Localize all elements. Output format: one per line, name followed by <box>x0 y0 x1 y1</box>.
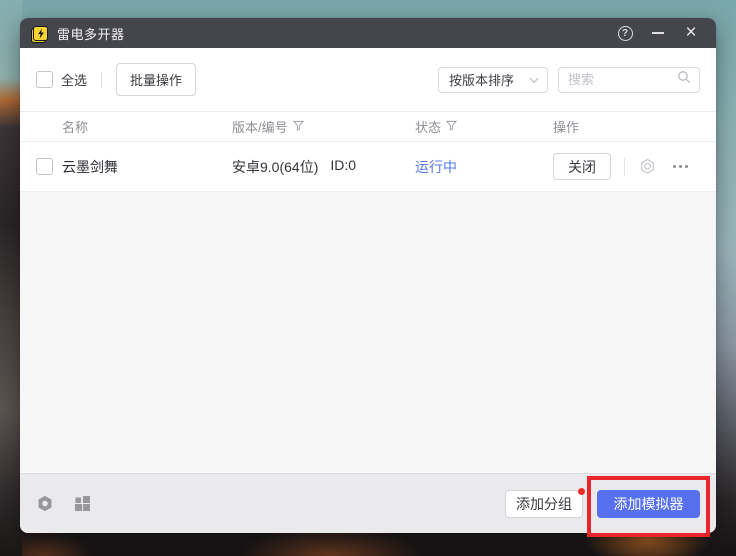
select-all-checkbox[interactable] <box>36 71 53 88</box>
search-box <box>558 67 700 93</box>
header-actions: 操作 <box>553 117 700 136</box>
select-all-label: 全选 <box>61 70 87 89</box>
empty-list-area <box>20 192 716 473</box>
row-actions: 关闭 <box>553 153 700 180</box>
table-header: 名称 版本/编号 状态 操作 <box>20 111 716 142</box>
emulator-version: 安卓9.0(64位) <box>232 157 318 177</box>
header-name: 名称 <box>62 117 232 136</box>
titlebar-controls: ? × <box>612 20 704 46</box>
toolbar-divider <box>101 72 102 88</box>
search-icon <box>677 70 691 89</box>
app-window: 雷电多开器 ? × 全选 批量操作 按版本排序 <box>20 18 716 533</box>
filter-icon[interactable] <box>293 119 304 134</box>
desktop-wallpaper-mountain <box>0 0 22 556</box>
titlebar: 雷电多开器 ? × <box>20 18 716 48</box>
toolbar-right: 按版本排序 <box>438 67 700 93</box>
header-status: 状态 <box>415 117 553 136</box>
more-options-icon[interactable] <box>671 161 690 172</box>
add-emulator-button[interactable]: 添加模拟器 <box>597 490 700 518</box>
add-group-label: 添加分组 <box>516 496 572 512</box>
footer-icons <box>36 494 91 513</box>
app-logo-icon <box>33 26 48 41</box>
filter-icon[interactable] <box>446 119 457 134</box>
window-title: 雷电多开器 <box>57 24 125 43</box>
header-version-label: 版本/编号 <box>232 117 288 136</box>
global-settings-icon[interactable] <box>36 494 54 513</box>
search-input[interactable] <box>568 72 677 87</box>
help-button[interactable]: ? <box>612 20 638 46</box>
minimize-button[interactable] <box>645 20 671 46</box>
footer-buttons: 添加分组 添加模拟器 <box>505 490 700 518</box>
emulator-row[interactable]: 云墨剑舞 安卓9.0(64位) ID:0 运行中 关闭 <box>20 142 716 192</box>
header-status-label: 状态 <box>415 117 441 136</box>
chevron-down-icon <box>529 72 539 87</box>
close-emulator-button[interactable]: 关闭 <box>553 153 611 180</box>
sort-dropdown-value: 按版本排序 <box>449 70 514 89</box>
emulator-id: ID:0 <box>330 157 356 177</box>
status-badge: 运行中 <box>415 157 553 177</box>
row-checkbox[interactable] <box>36 158 53 175</box>
footer-bar: 添加分组 添加模拟器 <box>20 473 716 533</box>
notification-dot <box>578 488 585 495</box>
close-icon: × <box>685 25 696 41</box>
sort-dropdown[interactable]: 按版本排序 <box>438 67 548 93</box>
header-version: 版本/编号 <box>232 117 415 136</box>
close-button[interactable]: × <box>678 20 704 46</box>
grid-view-icon[interactable] <box>74 495 91 512</box>
batch-operations-button[interactable]: 批量操作 <box>116 63 196 96</box>
toolbar: 全选 批量操作 按版本排序 <box>20 48 716 111</box>
add-group-button[interactable]: 添加分组 <box>505 490 583 518</box>
emulator-name: 云墨剑舞 <box>62 157 232 177</box>
lightning-icon <box>37 29 45 39</box>
emulator-version-cell: 安卓9.0(64位) ID:0 <box>232 157 415 177</box>
minimize-icon <box>652 32 664 34</box>
actions-divider <box>624 158 625 176</box>
settings-gear-icon[interactable] <box>638 157 657 176</box>
help-icon: ? <box>618 26 633 41</box>
